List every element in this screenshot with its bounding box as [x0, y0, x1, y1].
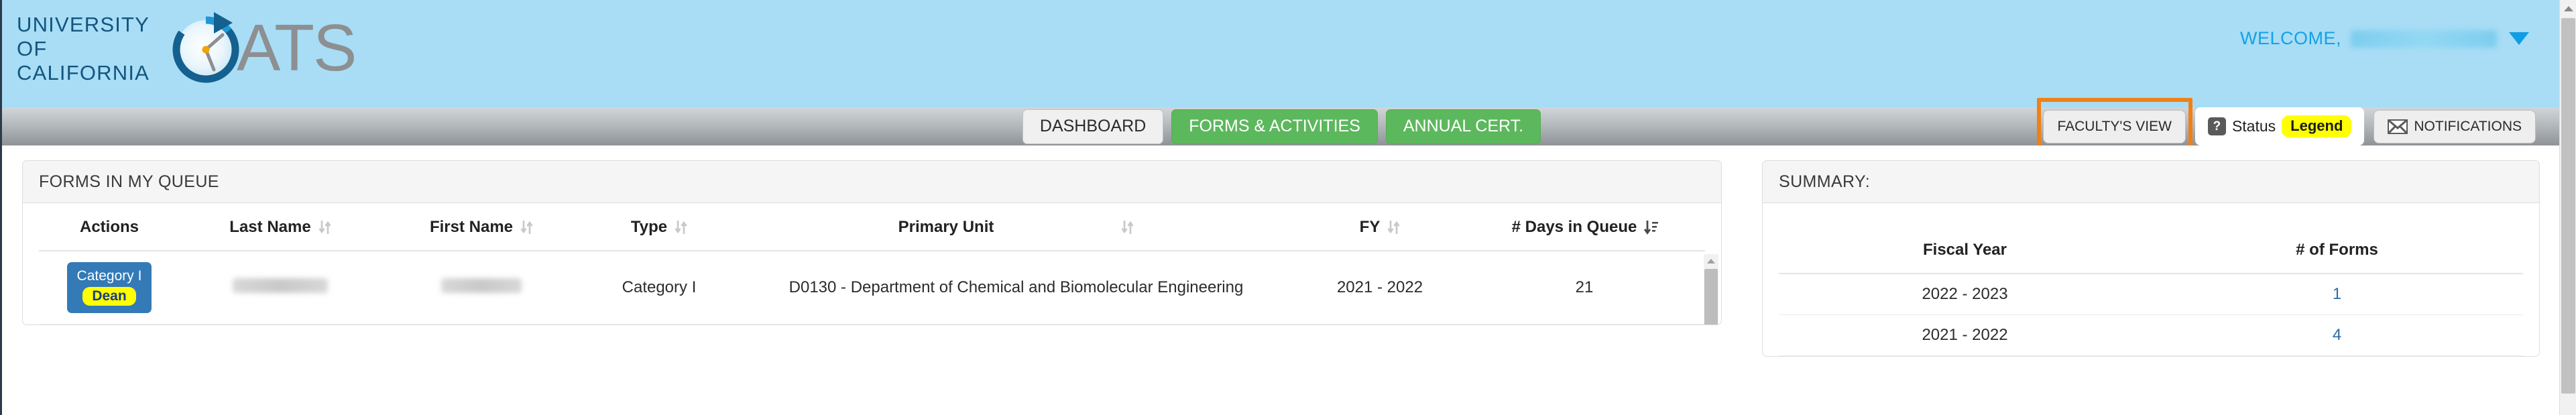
summary-cell-forms: 1	[2151, 274, 2523, 315]
col-header-actions: Actions	[39, 203, 180, 251]
summary-tbody: 2022 - 2023 1 2021 - 2022 4	[1779, 274, 2523, 356]
col-label-primary-unit: Primary Unit	[898, 218, 994, 236]
main-content: FORMS IN MY QUEUE Actions Last Name Firs…	[2, 145, 2561, 415]
forms-queue-table: Actions Last Name First Name Type Primar…	[39, 203, 1705, 325]
uc-brand-text: UNIVERSITY OF CALIFORNIA	[17, 10, 150, 85]
cell-days-in-queue: 21	[1464, 251, 1705, 325]
site-header: UNIVERSITY OF CALIFORNIA ATS WELCOME,	[2, 0, 2561, 107]
summary-col-number-of-forms: # of Forms	[2151, 226, 2523, 274]
forms-queue-body: Actions Last Name First Name Type Primar…	[23, 203, 1721, 325]
page-viewport: UNIVERSITY OF CALIFORNIA ATS WELCOME, DA…	[2, 0, 2561, 415]
summary-title: SUMMARY:	[1763, 161, 2539, 203]
status-legend-button[interactable]: ? Status Legend	[2194, 107, 2365, 145]
cell-first-name	[381, 251, 582, 325]
main-navbar: DASHBOARD FORMS & ACTIVITIES ANNUAL CERT…	[2, 97, 2561, 160]
summary-body: Fiscal Year # of Forms 2022 - 2023 1 202…	[1763, 203, 2539, 356]
tab-annual-cert[interactable]: ANNUAL CERT.	[1385, 109, 1541, 144]
sort-both-icon[interactable]	[1121, 219, 1134, 235]
summary-card: SUMMARY: Fiscal Year # of Forms 2022 - 2…	[1762, 160, 2540, 357]
dean-badge: Dean	[82, 287, 136, 306]
col-header-first-name[interactable]: First Name	[381, 203, 582, 251]
forms-queue-tbody: Category I Dean Category I D0130 - Depar…	[39, 251, 1705, 325]
scroll-up-arrow-icon[interactable]	[2560, 0, 2576, 17]
summary-header-row: Fiscal Year # of Forms	[1779, 226, 2523, 274]
col-label-last-name: Last Name	[229, 218, 311, 236]
redacted-last-name	[233, 278, 328, 293]
question-mark-icon: ?	[2207, 117, 2226, 135]
col-label-fy: FY	[1359, 218, 1381, 236]
notifications-button[interactable]: NOTIFICATIONS	[2374, 109, 2536, 143]
chevron-down-icon[interactable]	[2509, 32, 2529, 45]
forms-queue-title: FORMS IN MY QUEUE	[23, 161, 1721, 203]
col-header-type[interactable]: Type	[582, 203, 736, 251]
summary-thead: Fiscal Year # of Forms	[1779, 226, 2523, 274]
table-row: 2021 - 2022 4	[1779, 314, 2523, 356]
summary-forms-link[interactable]: 1	[2333, 285, 2341, 303]
scroll-up-arrow-icon[interactable]	[1704, 254, 1718, 268]
brand-line-1: UNIVERSITY	[17, 13, 150, 36]
col-header-days-in-queue[interactable]: # Days in Queue	[1464, 203, 1705, 251]
oats-logo: ATS	[167, 8, 357, 87]
sort-desc-icon[interactable]	[1644, 219, 1659, 235]
tab-dashboard[interactable]: DASHBOARD	[1022, 109, 1164, 144]
browser-scrollbar[interactable]	[2559, 0, 2576, 415]
dashboard-cards: FORMS IN MY QUEUE Actions Last Name Firs…	[2, 160, 2561, 357]
queue-table-scrollbar[interactable]	[1704, 254, 1718, 325]
sort-both-icon[interactable]	[1387, 219, 1400, 235]
sort-both-icon[interactable]	[318, 219, 331, 235]
table-row: 2022 - 2023 1	[1779, 274, 2523, 315]
envelope-icon	[2388, 119, 2408, 134]
summary-cell-fiscal-year: 2022 - 2023	[1779, 274, 2151, 315]
summary-forms-link[interactable]: 4	[2333, 326, 2341, 344]
nav-toolbar: FACULTY'S VIEW ? Status Legend NOTIFICAT…	[2037, 97, 2536, 160]
col-label-type: Type	[630, 218, 668, 236]
category-action-label: Category I	[76, 268, 142, 284]
status-label: Status	[2231, 117, 2276, 135]
legend-badge: Legend	[2282, 115, 2352, 137]
cell-primary-unit: D0130 - Department of Chemical and Biomo…	[736, 251, 1296, 325]
col-label-days-in-queue: # Days in Queue	[1511, 218, 1637, 236]
cell-last-name	[180, 251, 381, 325]
col-header-primary-unit[interactable]: Primary Unit	[736, 203, 1296, 251]
cell-fy: 2021 - 2022	[1296, 251, 1464, 325]
category-action-button[interactable]: Category I Dean	[66, 262, 152, 314]
forms-in-my-queue-card: FORMS IN MY QUEUE Actions Last Name Firs…	[22, 160, 1722, 326]
brand-line-2: OF	[17, 37, 48, 60]
col-label-actions: Actions	[79, 218, 139, 236]
cell-actions: Category I Dean	[39, 251, 180, 325]
col-header-last-name[interactable]: Last Name	[180, 203, 381, 251]
brand-line-3: CALIFORNIA	[17, 61, 150, 84]
scroll-thumb[interactable]	[1704, 269, 1718, 325]
sort-both-icon[interactable]	[520, 219, 533, 235]
faculty-view-button[interactable]: FACULTY'S VIEW	[2043, 109, 2186, 143]
site-logo[interactable]: UNIVERSITY OF CALIFORNIA ATS	[17, 8, 357, 87]
redacted-first-name	[441, 278, 522, 293]
summary-cell-fiscal-year: 2021 - 2022	[1779, 314, 2151, 356]
browser-scroll-thumb[interactable]	[2561, 18, 2575, 394]
notifications-label: NOTIFICATIONS	[2414, 118, 2522, 134]
summary-table: Fiscal Year # of Forms 2022 - 2023 1 202…	[1779, 226, 2523, 356]
welcome-menu[interactable]: WELCOME,	[2240, 28, 2529, 49]
summary-spacer	[1779, 203, 2523, 226]
cell-type: Category I	[582, 251, 736, 325]
faculty-view-wrapper: FACULTY'S VIEW	[2037, 97, 2193, 160]
col-header-fy[interactable]: FY	[1296, 203, 1464, 251]
table-header-row: Actions Last Name First Name Type Primar…	[39, 203, 1705, 251]
clock-arrow-icon	[167, 8, 247, 87]
welcome-label: WELCOME,	[2239, 28, 2341, 48]
welcome-user-name	[2351, 29, 2497, 48]
col-label-first-name: First Name	[429, 218, 514, 236]
summary-col-fiscal-year: Fiscal Year	[1779, 226, 2151, 274]
tab-forms-activities[interactable]: FORMS & ACTIVITIES	[1171, 109, 1378, 144]
table-row: Category I Dean Category I D0130 - Depar…	[39, 251, 1705, 325]
app-name: ATS	[237, 11, 357, 84]
forms-queue-thead: Actions Last Name First Name Type Primar…	[39, 203, 1705, 251]
sort-both-icon[interactable]	[675, 219, 687, 235]
summary-cell-forms: 4	[2151, 314, 2523, 356]
